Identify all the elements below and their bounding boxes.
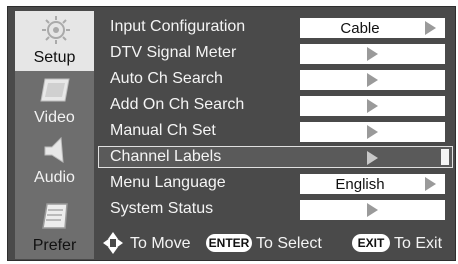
sidebar-item-label: Audio	[34, 169, 75, 186]
menu-row-system-status[interactable]: System Status	[94, 197, 457, 223]
arrow-right-icon	[367, 151, 378, 165]
exit-hint: To Exit	[394, 235, 443, 252]
arrow-right-icon	[425, 21, 436, 35]
key-help-bar: To Move ENTER To Select EXIT To Exit	[94, 229, 457, 259]
sidebar-item-audio[interactable]: Audio	[15, 131, 94, 191]
sidebar-item-setup[interactable]: Setup	[15, 11, 94, 71]
scroll-indicator	[441, 149, 449, 165]
sidebar-item-label: Video	[34, 109, 75, 126]
menu-row-label: DTV Signal Meter	[110, 44, 237, 61]
menu-row-channel-labels[interactable]: Channel Labels	[94, 145, 457, 171]
sidebar-item-label: Prefer	[32, 237, 77, 254]
value-box[interactable]	[300, 200, 445, 220]
menu-row-label: Channel Labels	[110, 148, 222, 165]
screen-icon	[40, 78, 70, 102]
sidebar-item-video[interactable]: Video	[15, 71, 94, 131]
menu-row-label: Menu Language	[110, 174, 226, 191]
menu-row-label: Input Configuration	[110, 18, 246, 35]
value-box[interactable]: Cable	[300, 18, 445, 38]
exit-key-badge: EXIT	[352, 234, 390, 252]
menu-row-manual-ch-set[interactable]: Manual Ch Set	[94, 119, 457, 145]
menu-row-dtv-signal-meter[interactable]: DTV Signal Meter	[94, 41, 457, 67]
menu-row-label: Auto Ch Search	[110, 70, 223, 87]
value-box[interactable]	[300, 44, 445, 64]
gear-icon	[42, 16, 70, 44]
speaker-icon	[44, 136, 64, 163]
sidebar-item-label: Setup	[33, 49, 76, 66]
move-hint: To Move	[130, 235, 191, 252]
value-text: English	[335, 176, 385, 193]
dpad-arrows-icon	[103, 232, 123, 254]
setup-menu-screen: Setup Video Audio Prefer Input Configura…	[7, 6, 456, 261]
notepad-icon	[42, 203, 68, 229]
menu-row-menu-language[interactable]: Menu Language English	[94, 171, 457, 197]
arrow-right-icon	[425, 177, 436, 191]
menu-row-input-configuration[interactable]: Input Configuration Cable	[94, 15, 457, 41]
value-box[interactable]	[300, 122, 445, 142]
arrow-right-icon	[367, 203, 378, 217]
enter-key-badge: ENTER	[206, 234, 252, 252]
select-hint: To Select	[256, 235, 322, 252]
menu-category-sidebar: Setup Video Audio Prefer	[15, 11, 94, 260]
menu-row-label: Manual Ch Set	[110, 122, 216, 139]
value-box[interactable]: English	[300, 174, 445, 194]
sidebar-item-prefer[interactable]: Prefer	[15, 191, 94, 259]
value-box[interactable]	[300, 70, 445, 90]
arrow-right-icon	[367, 47, 378, 61]
value-box[interactable]	[300, 96, 445, 116]
menu-row-label: Add On Ch Search	[110, 96, 245, 113]
arrow-right-icon	[367, 99, 378, 113]
menu-row-add-on-ch-search[interactable]: Add On Ch Search	[94, 93, 457, 119]
arrow-right-icon	[367, 73, 378, 87]
menu-row-auto-ch-search[interactable]: Auto Ch Search	[94, 67, 457, 93]
value-box[interactable]	[300, 148, 445, 168]
value-text: Cable	[340, 20, 380, 37]
arrow-right-icon	[367, 125, 378, 139]
menu-row-label: System Status	[110, 200, 214, 217]
